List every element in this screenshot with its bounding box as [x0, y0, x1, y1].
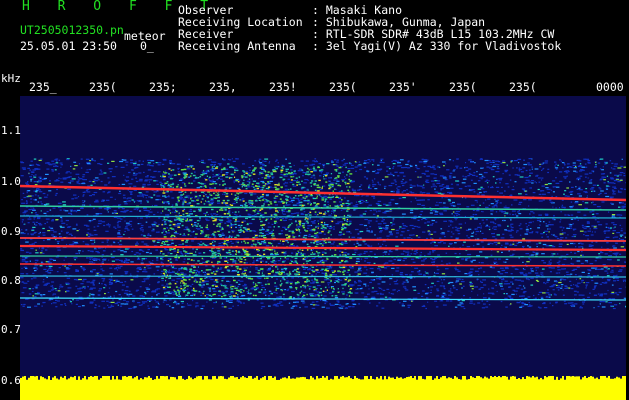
time-tick: 235(	[329, 80, 357, 94]
time-tick: 235'	[389, 80, 417, 94]
freq-tick: 1.0	[1, 175, 21, 188]
freq-tick: 1.1	[1, 124, 21, 137]
signal-level-strip	[20, 376, 626, 400]
info-row-antenna: Receiving Antenna : 3el Yagi(V) Az 330 f…	[178, 40, 561, 52]
count-value: 0_	[140, 39, 154, 53]
time-tick: 235;	[149, 80, 177, 94]
time-tick: 235,	[209, 80, 237, 94]
info-value: : 3el Yagi(V) Az 330 for Vladivostok	[312, 39, 562, 53]
time-tick: 235(	[89, 80, 117, 94]
spectrogram	[20, 96, 626, 380]
freq-tick: 0.7	[1, 323, 21, 336]
time-tick: 0000	[596, 80, 624, 94]
date-time: 25.05.01 23:50	[20, 39, 117, 53]
info-label: Receiving Antenna	[178, 39, 296, 53]
station-info: Observer : Masaki Kano Receiving Locatio…	[178, 4, 561, 52]
file-name: UT2505012350.pn	[20, 23, 124, 37]
time-tick: 235_	[29, 80, 57, 94]
hrofft-screen: H R O F F T UT2505012350.pn meteor 25.05…	[0, 0, 629, 400]
frequency-unit: kHz	[1, 72, 21, 85]
freq-tick: 0.6	[1, 374, 21, 387]
spectrogram-canvas	[20, 96, 626, 380]
time-tick: 235!	[269, 80, 297, 94]
time-tick: 235(	[449, 80, 477, 94]
time-tick: 235(	[509, 80, 537, 94]
freq-tick: 0.9	[1, 225, 21, 238]
freq-tick: 0.8	[1, 274, 21, 287]
